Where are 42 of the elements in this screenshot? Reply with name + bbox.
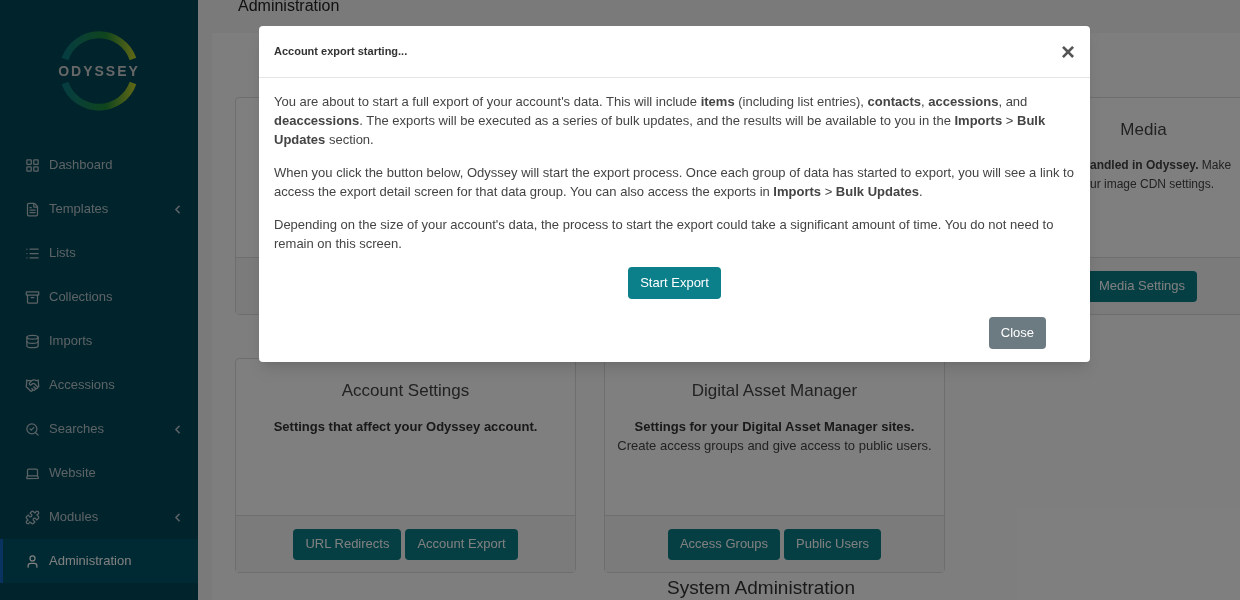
user-icon: [25, 553, 40, 569]
dialog-paragraph: You are about to start a full export of your account's data. This will include items (including list entries), contacts, accessions, and deaccessions. The exports will be executed as a series of bulk updates, and the results will be available to you in the Imports > Bulk Updates section.: [274, 93, 1047, 149]
sidebar-item[interactable]: Imports: [0, 319, 198, 363]
puzzle-icon: [25, 509, 40, 525]
page-title: Administration: [238, 0, 341, 16]
card-description: Settings for your Digital Asset Manager sites.: [634, 417, 915, 436]
sidebar-item[interactable]: Searches: [0, 407, 198, 451]
start-export-button[interactable]: Start Export: [628, 267, 721, 299]
card-title: Media: [1120, 119, 1167, 141]
card-description: ur image CDN settings.: [1090, 175, 1216, 193]
dialog-title: Account export starting...: [274, 44, 408, 60]
database-icon: [25, 333, 40, 349]
card-title: Account Settings: [341, 380, 470, 402]
card-action-button[interactable]: Account Export: [405, 528, 518, 560]
sidebar-item[interactable]: Dashboard: [0, 143, 198, 187]
card-title: Digital Asset Manager: [691, 380, 858, 402]
logo-text: ODYSSEY: [58, 61, 140, 81]
section-heading: System Administration: [667, 577, 855, 599]
archive-box-icon: [25, 289, 40, 305]
close-button[interactable]: Close: [988, 317, 1046, 349]
sidebar-item[interactable]: Lists: [0, 231, 198, 275]
sidebar-item[interactable]: Modules: [0, 495, 198, 539]
sidebar-item[interactable]: Administration: [0, 539, 198, 583]
card-action-button[interactable]: Public Users: [784, 528, 882, 560]
card-action-button[interactable]: URL Redirects: [293, 528, 402, 560]
search-icon: [25, 421, 40, 437]
dialog-paragraph: When you click the button below, Odyssey will start the export process. Once each group of data has started to export, you will see a link to access the export detail screen for that data group. You can also access the exports in Imports > Bulk Updates.: [274, 164, 1075, 201]
sidebar-item[interactable]: Templates: [0, 187, 198, 231]
sidebar-item[interactable]: Accessions: [0, 363, 198, 407]
sidebar-item[interactable]: Website: [0, 451, 198, 495]
handshake-icon: [25, 377, 40, 393]
sidebar-item[interactable]: Collections: [0, 275, 198, 319]
card-description: Settings that affect your Odyssey account.: [273, 417, 538, 436]
dialog-paragraph: Depending on the size of your account's data, the process to start the export could take a significant amount of time. You do not need to remain on this screen.: [274, 216, 1055, 253]
grid-icon: [25, 157, 40, 173]
document-icon: [25, 201, 40, 217]
list-icon: [25, 245, 40, 261]
card-action-button[interactable]: Media Settings: [1087, 270, 1197, 302]
card-description: andled in Odyssey. Make: [1090, 156, 1233, 174]
card-note: Create access groups and give access to public users.: [617, 436, 932, 455]
card-action-button[interactable]: Access Groups: [667, 528, 781, 560]
laptop-icon: [25, 465, 40, 481]
